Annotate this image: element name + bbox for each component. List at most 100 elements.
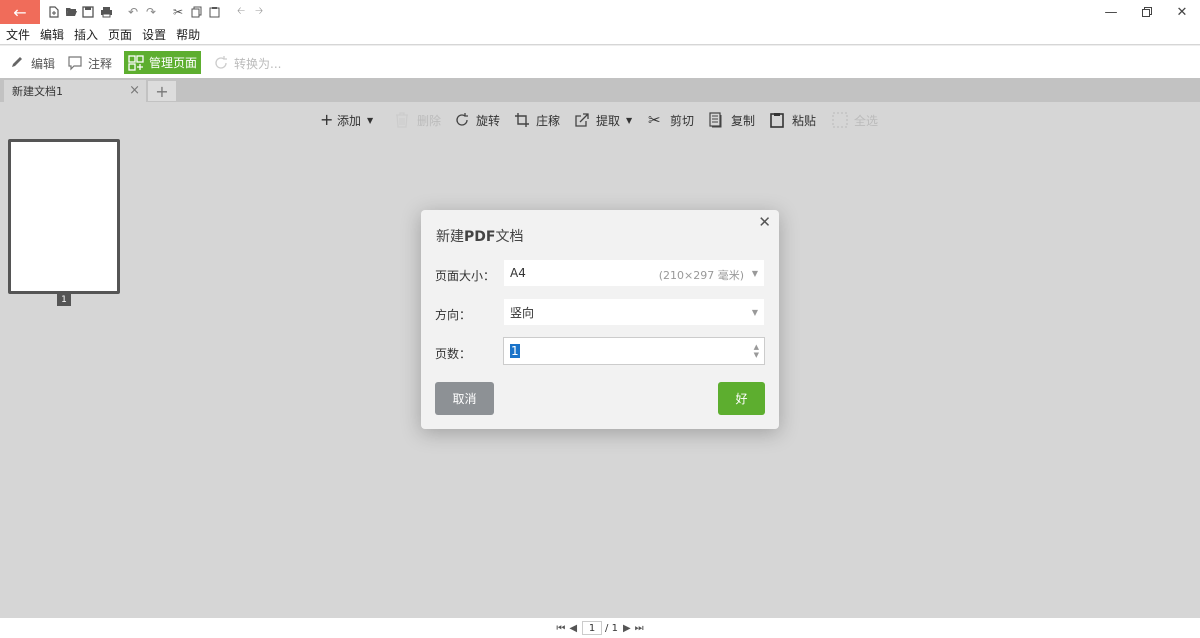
share-icon: [574, 112, 590, 128]
extract-page-button[interactable]: 提取 ▼: [574, 111, 632, 129]
select-all-button[interactable]: 全选: [832, 111, 878, 129]
paste-icon[interactable]: [206, 4, 222, 20]
menu-edit[interactable]: 编辑: [40, 26, 64, 43]
undo-icon[interactable]: ↶: [125, 4, 141, 20]
chevron-down-icon: ▼: [751, 308, 758, 317]
menu-insert[interactable]: 插入: [74, 26, 98, 43]
crop-icon: [514, 112, 530, 128]
redo-icon[interactable]: ↷: [143, 4, 159, 20]
select-all-icon: [832, 112, 848, 128]
paste-page-label: 粘贴: [792, 113, 817, 128]
copy-icon: [709, 112, 725, 128]
cut-icon[interactable]: ✂: [170, 4, 186, 20]
copy-icon[interactable]: [188, 4, 204, 20]
manage-pages-label: 管理页面: [149, 56, 198, 70]
save-icon[interactable]: [80, 4, 96, 20]
next-page-icon[interactable]: ▶: [623, 623, 631, 634]
extract-page-label: 提取: [596, 113, 621, 128]
crop-page-label: 庄稼: [536, 113, 561, 128]
main-toolbar: 编辑 注释 管理页面 转换为...: [0, 45, 1200, 78]
rotate-page-button[interactable]: 旋转: [454, 111, 500, 129]
comment-icon: [67, 55, 83, 71]
rotate-page-label: 旋转: [476, 113, 501, 128]
close-tab-icon[interactable]: ×: [129, 83, 140, 98]
scissors-icon: ✂: [648, 111, 661, 129]
chevron-down-icon: ▼: [367, 115, 374, 125]
pages-count-value: 1: [510, 344, 520, 358]
chevron-down-icon: ▼: [626, 115, 633, 125]
ok-button[interactable]: 好: [718, 382, 765, 415]
cancel-button[interactable]: 取消: [435, 382, 494, 415]
annotate-mode-button[interactable]: 注释: [63, 52, 116, 74]
tab-strip: 新建文档1 × +: [0, 78, 1200, 102]
prev-page-icon[interactable]: ◀: [569, 623, 577, 634]
crop-page-button[interactable]: 庄稼: [514, 111, 560, 129]
pages-count-label: 页数：: [435, 347, 472, 361]
menu-file[interactable]: 文件: [6, 26, 30, 43]
page-size-label: 页面大小：: [435, 269, 496, 283]
add-tab-button[interactable]: +: [148, 81, 176, 101]
clipboard-icon: [770, 112, 786, 128]
pencil-icon: [10, 55, 26, 71]
edit-mode-label: 编辑: [31, 56, 56, 71]
dialog-title-bold: PDF: [464, 229, 496, 245]
pages-count-input[interactable]: 1 ▲ ▼: [503, 337, 765, 365]
copy-page-label: 复制: [731, 113, 756, 128]
menu-bar: 文件 编辑 插入 页面 设置 帮助: [0, 24, 1200, 44]
page-size-select[interactable]: A4 (210×297 毫米) ▼: [503, 259, 765, 287]
back-button[interactable]: ←: [0, 0, 40, 24]
delete-page-label: 删除: [417, 113, 442, 128]
cut-page-label: 剪切: [670, 113, 695, 128]
menu-help[interactable]: 帮助: [176, 26, 200, 43]
dialog-title: 新建PDF文档: [436, 226, 523, 246]
page-thumbnail[interactable]: [8, 139, 120, 294]
pages-grid-icon: [128, 54, 144, 71]
spinner-icon[interactable]: ▲ ▼: [754, 343, 759, 359]
last-page-icon[interactable]: ⏭: [635, 623, 644, 634]
document-tab[interactable]: 新建文档1 ×: [4, 80, 146, 102]
close-icon[interactable]: ✕: [758, 213, 771, 231]
manage-pages-button[interactable]: 管理页面: [124, 51, 202, 74]
total-pages: / 1: [605, 622, 618, 634]
convert-button[interactable]: 转换为...: [209, 52, 285, 74]
title-bar: ← ↶ ↷ ✂ 🡠 🡢 — ✕: [0, 0, 1200, 24]
arrow-left-icon: ←: [13, 2, 27, 22]
page-toolbar: + 添加 ▼ 删除 旋转 庄稼 提取 ▼ ✂ 剪切 复制 粘贴 全选: [0, 102, 1200, 138]
arrow-back-icon[interactable]: 🡠: [233, 4, 249, 20]
convert-label: 转换为...: [234, 56, 282, 71]
trash-icon: [395, 112, 411, 128]
orientation-select[interactable]: 竖向 ▼: [503, 298, 765, 326]
arrow-forward-icon[interactable]: 🡢: [251, 4, 267, 20]
cut-page-button[interactable]: ✂ 剪切: [648, 111, 694, 129]
close-window-icon[interactable]: ✕: [1167, 2, 1197, 22]
dialog-title-prefix: 新建: [436, 229, 464, 245]
refresh-icon: [213, 55, 229, 71]
new-file-icon[interactable]: [46, 4, 62, 20]
select-all-label: 全选: [854, 113, 879, 128]
current-page-input[interactable]: 1: [582, 621, 603, 635]
edit-mode-button[interactable]: 编辑: [6, 52, 59, 74]
add-page-button[interactable]: + 添加 ▼: [320, 111, 373, 129]
open-folder-icon[interactable]: [63, 4, 79, 20]
menu-page[interactable]: 页面: [108, 26, 132, 43]
add-page-label: 添加: [337, 113, 362, 128]
paste-page-button[interactable]: 粘贴: [770, 111, 816, 129]
orientation-value: 竖向: [510, 305, 535, 320]
copy-page-button[interactable]: 复制: [709, 111, 755, 129]
delete-page-button[interactable]: 删除: [395, 111, 441, 129]
print-icon[interactable]: [98, 4, 114, 20]
plus-icon: +: [320, 110, 334, 129]
page-size-hint: (210×297 毫米): [658, 269, 744, 282]
menu-settings[interactable]: 设置: [142, 26, 166, 43]
dialog-title-suffix: 文档: [495, 229, 524, 245]
orientation-label: 方向：: [435, 308, 472, 322]
chevron-down-icon: ▼: [751, 269, 758, 278]
first-page-icon[interactable]: ⏮: [556, 623, 565, 634]
status-bar: ⏮ ◀ 1 / 1 ▶ ⏭: [0, 618, 1200, 638]
document-tab-title: 新建文档1: [12, 85, 63, 98]
restore-icon[interactable]: [1132, 2, 1162, 22]
new-pdf-dialog: ✕ 新建PDF文档 页面大小： A4 (210×297 毫米) ▼ 方向： 竖向…: [421, 210, 779, 429]
minimize-icon[interactable]: —: [1096, 2, 1126, 22]
annotate-mode-label: 注释: [88, 56, 113, 71]
page-size-value: A4: [510, 266, 526, 280]
